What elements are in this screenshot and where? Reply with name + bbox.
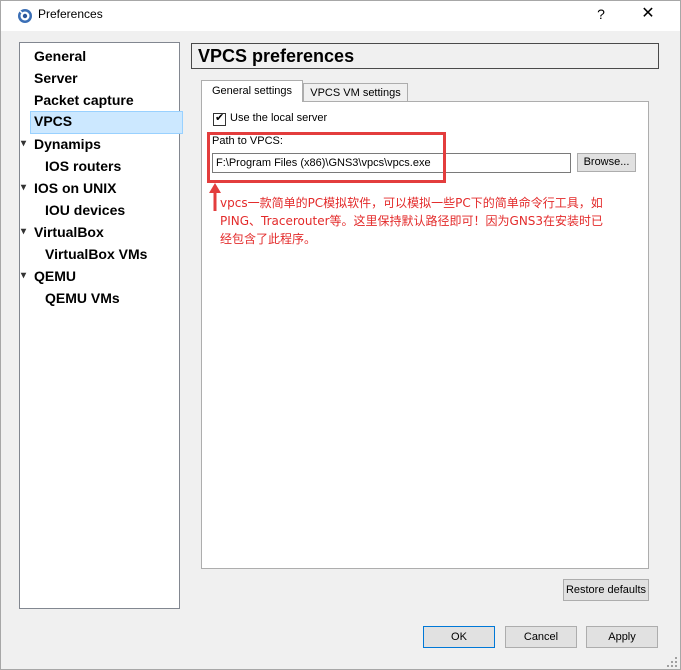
close-button[interactable]: ✕: [623, 1, 673, 31]
sidebar-item-iou-devices[interactable]: IOU devices: [45, 201, 125, 219]
gns3-app-icon: [18, 9, 32, 23]
cancel-button[interactable]: Cancel: [505, 626, 577, 648]
sidebar-item-ios-on-unix[interactable]: ▾ IOS on UNIX: [21, 179, 117, 197]
chevron-down-icon[interactable]: ▾: [21, 223, 26, 241]
restore-defaults-button[interactable]: Restore defaults: [563, 579, 649, 601]
preferences-sidebar: General Server Packet capture VPCS ▾ Dyn…: [19, 42, 183, 609]
sidebar-item-packet-capture[interactable]: Packet capture: [34, 91, 134, 109]
chevron-down-icon[interactable]: ▾: [21, 267, 26, 285]
sidebar-item-vpcs[interactable]: VPCS: [30, 111, 183, 134]
resize-grip-icon[interactable]: [665, 655, 679, 669]
use-local-server-checkbox[interactable]: ✔: [213, 111, 226, 126]
page-header: VPCS preferences: [191, 43, 659, 69]
sidebar-item-virtualbox-vms[interactable]: VirtualBox VMs: [45, 245, 147, 263]
page-title: VPCS preferences: [198, 46, 355, 66]
annotation-highlight-box: [207, 132, 446, 183]
preferences-window: Preferences ? ✕ General Server Packet ca…: [0, 0, 681, 670]
help-button[interactable]: ?: [581, 1, 621, 31]
sidebar-item-label: QEMU: [34, 268, 76, 284]
apply-button[interactable]: Apply: [586, 626, 658, 648]
sidebar-item-label: VPCS: [34, 113, 73, 129]
browse-button[interactable]: Browse...: [577, 153, 636, 172]
annotation-note: vpcs一款简单的PC模拟软件，可以模拟一些PC下的简单命令行工具，如PING、…: [220, 196, 604, 246]
tab-general-settings[interactable]: General settings: [201, 80, 303, 102]
sidebar-item-dynamips[interactable]: ▾ Dynamips: [21, 135, 101, 153]
sidebar-item-ios-routers[interactable]: IOS routers: [45, 157, 121, 175]
sidebar-item-label: Dynamips: [34, 136, 101, 152]
checkmark-icon: ✔: [215, 111, 225, 124]
chevron-down-icon[interactable]: ▾: [21, 179, 26, 197]
sidebar-item-general[interactable]: General: [34, 47, 86, 65]
sidebar-item-qemu[interactable]: ▾ QEMU: [21, 267, 76, 285]
tab-vpcs-vm-settings[interactable]: VPCS VM settings: [303, 83, 408, 102]
sidebar-item-server[interactable]: Server: [34, 69, 78, 87]
sidebar-item-label: IOS on UNIX: [34, 180, 117, 196]
title-bar[interactable]: Preferences ? ✕: [1, 1, 680, 31]
sidebar-item-qemu-vms[interactable]: QEMU VMs: [45, 289, 120, 307]
use-local-server-label: Use the local server: [230, 112, 328, 124]
sidebar-item-label: VirtualBox: [34, 224, 104, 240]
ok-button[interactable]: OK: [423, 626, 495, 648]
window-title: Preferences: [38, 7, 103, 21]
chevron-down-icon[interactable]: ▾: [21, 135, 26, 153]
sidebar-item-virtualbox[interactable]: ▾ VirtualBox: [21, 223, 104, 241]
